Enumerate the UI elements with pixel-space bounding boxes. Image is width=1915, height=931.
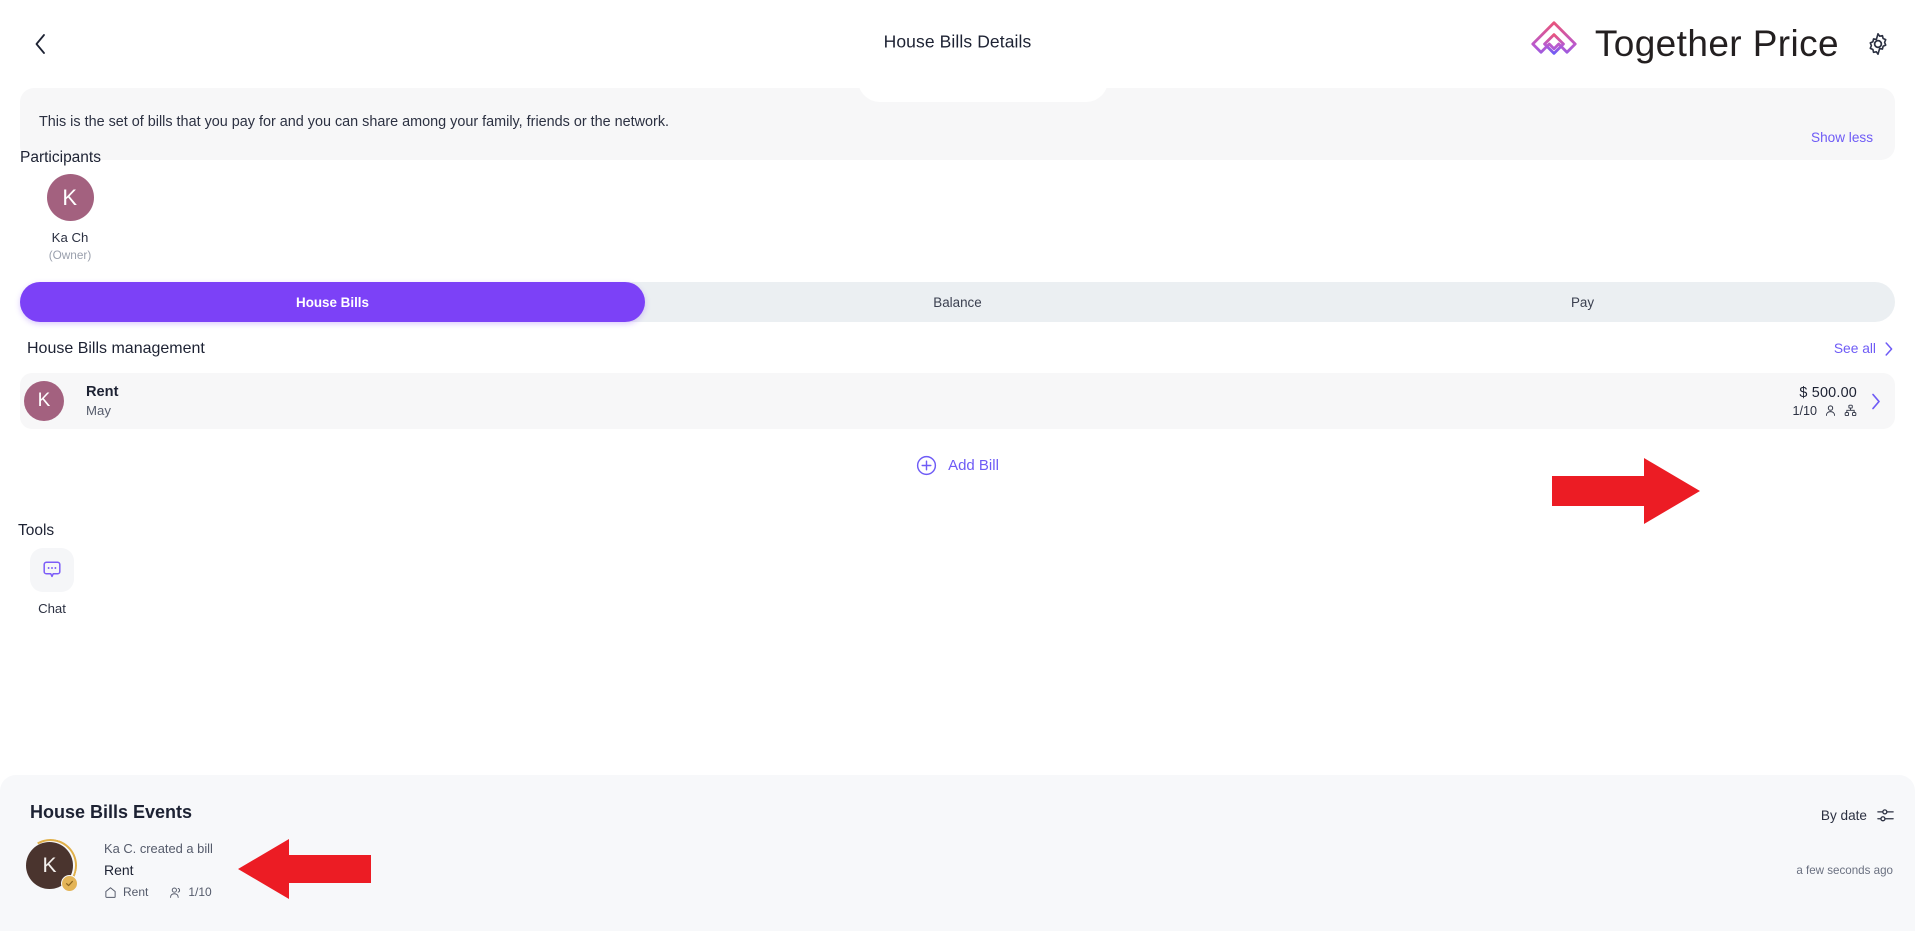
see-all-label: See all — [1833, 341, 1876, 356]
event-tag-group: Rent — [104, 885, 148, 899]
filter-sliders-icon — [1877, 809, 1894, 822]
bill-amount: $ 500.00 — [1799, 384, 1857, 401]
event-avatar-wrapper: K — [18, 833, 83, 898]
bill-members: 1/10 — [1792, 404, 1857, 418]
description-banner-wrapper: This is the set of bills that you pay fo… — [0, 66, 1915, 160]
event-row[interactable]: K Ka C. created a bill Rent Rent 1/10 a … — [18, 833, 1895, 899]
verified-badge-icon — [61, 875, 78, 892]
people-icon — [170, 886, 181, 898]
event-body: Ka C. created a bill Rent Rent 1/10 — [104, 841, 213, 899]
event-tag-members: 1/10 — [169, 885, 212, 899]
bill-period: May — [86, 403, 111, 418]
chevron-right-icon[interactable] — [1871, 393, 1881, 410]
gear-icon — [1869, 33, 1887, 55]
event-title: Rent — [104, 862, 134, 878]
bill-texts: Rent May — [86, 384, 118, 418]
tab-pay[interactable]: Pay — [1270, 282, 1895, 322]
event-action-text: Ka C. created a bill — [104, 841, 213, 856]
banner-notch-decoration — [858, 66, 1108, 102]
chat-bubble-icon — [43, 561, 61, 578]
person-icon — [1825, 405, 1836, 416]
event-timestamp: a few seconds ago — [1796, 863, 1893, 877]
brand-logo[interactable]: Together Price — [1529, 19, 1839, 69]
bill-name: Rent — [86, 384, 119, 400]
tool-icon-background — [30, 548, 74, 592]
add-bill-button[interactable]: Add Bill — [0, 455, 1915, 476]
avatar: K — [24, 381, 64, 421]
network-icon — [1844, 404, 1857, 416]
tab-house-bills[interactable]: House Bills — [20, 282, 645, 322]
description-text: This is the set of bills that you pay fo… — [39, 114, 670, 130]
bill-row-right: $ 500.00 1/10 — [1792, 385, 1881, 418]
chevron-right-icon — [1885, 341, 1893, 356]
tab-balance[interactable]: Balance — [645, 282, 1270, 322]
tool-label: Chat — [38, 601, 66, 616]
bill-members-count: 1/10 — [1792, 403, 1817, 418]
badge-glyph-icon — [66, 880, 73, 887]
participants-title: Participants — [20, 149, 101, 166]
brand-name: Together Price — [1594, 23, 1839, 64]
show-less-link[interactable]: Show less — [1811, 130, 1873, 145]
tool-chat[interactable]: Chat — [18, 548, 86, 616]
tools-title: Tools — [18, 522, 55, 539]
plus-circle-icon — [916, 455, 937, 476]
event-tags: Rent 1/10 — [104, 885, 213, 899]
section-tabs: House Bills Balance Pay — [20, 282, 1895, 322]
events-sort-label: By date — [1820, 808, 1867, 823]
house-icon — [105, 886, 116, 898]
bill-meta: $ 500.00 1/10 — [1792, 385, 1857, 418]
house-bills-events-section: House Bills Events By date K Ka C. creat… — [0, 775, 1915, 931]
events-title: House Bills Events — [30, 802, 193, 822]
bill-row-rent[interactable]: K Rent May $ 500.00 1/10 — [20, 373, 1895, 429]
participant-ka-ch[interactable]: K Ka Ch (Owner) — [20, 174, 120, 262]
see-all-link[interactable]: See all — [1834, 341, 1893, 356]
description-banner: This is the set of bills that you pay fo… — [20, 66, 1895, 160]
add-bill-label: Add Bill — [948, 457, 999, 474]
participant-name: Ka Ch — [51, 230, 89, 245]
together-price-logo-icon — [1531, 21, 1577, 55]
participant-role: (Owner) — [48, 248, 92, 262]
management-title: House Bills management — [27, 340, 205, 357]
event-tag-members-label: 1/10 — [188, 885, 212, 899]
event-tag-group-label: Rent — [123, 885, 149, 899]
avatar: K — [46, 174, 94, 221]
settings-button[interactable] — [1861, 27, 1895, 61]
events-sort-button[interactable]: By date — [1821, 806, 1895, 825]
